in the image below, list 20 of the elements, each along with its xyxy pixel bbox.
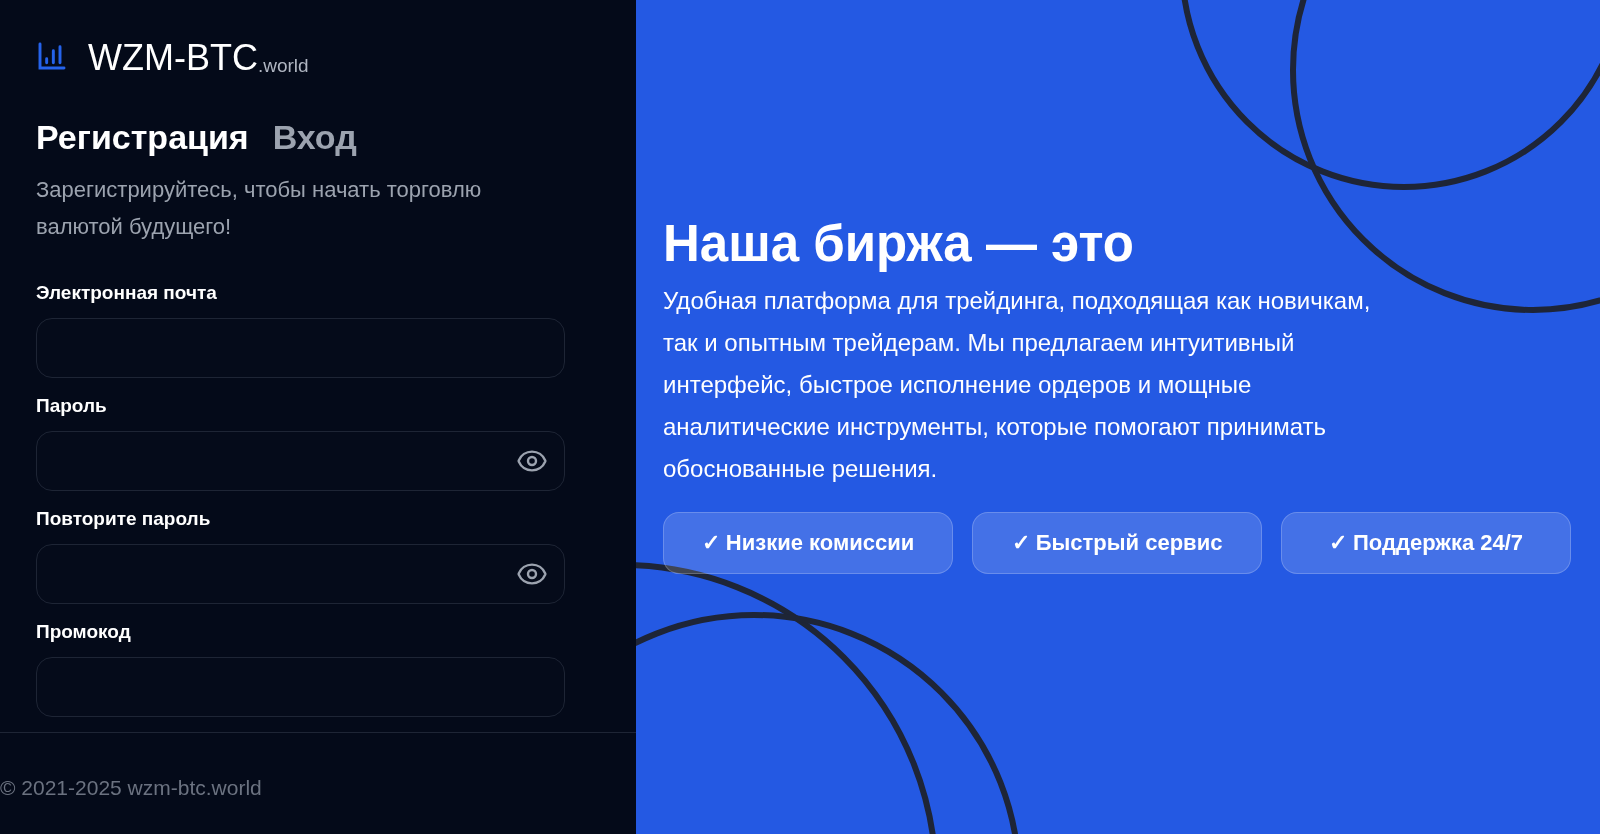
field-label: Промокод bbox=[36, 621, 132, 641]
field-label: Пароль bbox=[36, 395, 108, 415]
logo-text: WZM-BTC bbox=[88, 40, 258, 76]
feature-badge: ✓ Быстрый сервис bbox=[972, 511, 1262, 574]
promo-heading: Наша биржа — это bbox=[663, 214, 1135, 274]
logo-suffix: .world bbox=[257, 56, 309, 75]
field-label: Электронная почта bbox=[36, 282, 218, 302]
subtitle-text: Зарегистрируйтесь, чтобы начать торговлю валютой будущего! bbox=[36, 175, 483, 241]
input-field[interactable] bbox=[36, 543, 565, 604]
auth-tab[interactable]: Вход bbox=[272, 116, 357, 159]
field-label: Повторите пароль bbox=[36, 508, 212, 528]
input-field[interactable] bbox=[36, 430, 565, 491]
input-field[interactable] bbox=[36, 317, 565, 378]
promo-text: Удобная платформа для трейдинга, подходящая как новичкам, так и опытным трейдерам. Мы предлагаем интуитивный интерфейс, быстрое исполнение ордеров и мощные аналитические инструменты, которые помогают принимать обоснованные решения. bbox=[663, 285, 1372, 484]
input-field[interactable] bbox=[36, 656, 565, 717]
feature-badge: ✓ Низкие комиссии bbox=[663, 511, 953, 574]
feature-badge: ✓ Поддержка 24/7 bbox=[1281, 511, 1571, 574]
auth-tab[interactable]: Регистрация bbox=[36, 116, 249, 159]
bar-chart-icon bbox=[36, 40, 68, 72]
copyright-text: © 2021-2025 wzm-btc.world bbox=[0, 774, 262, 801]
